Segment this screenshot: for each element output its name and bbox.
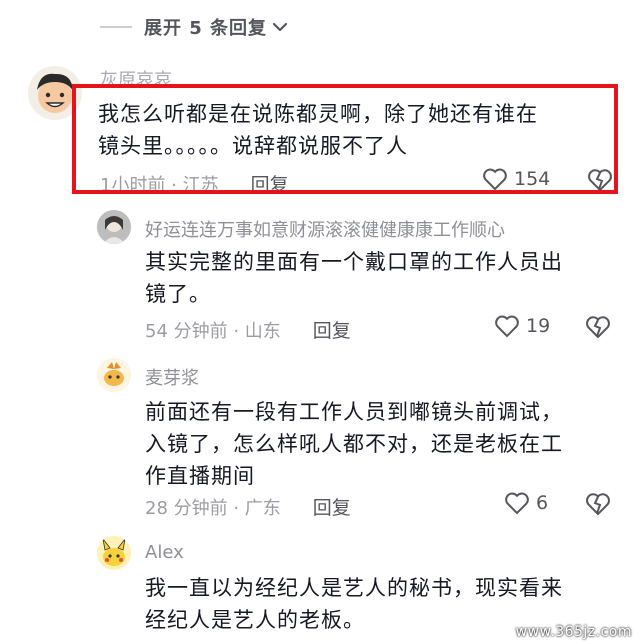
comment-text: 前面还有一段有工作人员到嘟镜头前调试， 入镜了，怎么样吼人都不对，还是老板在工 … — [145, 396, 625, 492]
avatar[interactable] — [97, 536, 131, 570]
heart-icon — [495, 315, 519, 338]
avatar-photo-icon — [97, 210, 131, 244]
dislike-heart-icon[interactable] — [584, 314, 612, 340]
comment-text-line: 其实完整的里面有一个戴口罩的工作人员出 — [145, 250, 563, 274]
comment-meta: 54 分钟前 · 山东 回复 — [145, 316, 351, 343]
comment-text-line: 镜了。 — [145, 282, 211, 306]
watermark: www.365jz.com — [515, 624, 632, 640]
like-count: 19 — [526, 315, 551, 337]
expand-replies-label: 展开 5 条回复 — [144, 18, 268, 39]
comment-time-location: 28 分钟前 · 广东 — [145, 497, 281, 519]
comment-text-line: 我一直以为经纪人是艺人的秘书，现实看来 — [145, 576, 563, 600]
highlight-box — [72, 84, 618, 194]
comment-meta: 28 分钟前 · 广东 回复 — [145, 493, 351, 520]
like-button[interactable]: 19 — [494, 314, 550, 338]
heart-icon — [505, 492, 529, 515]
chevron-down-icon — [272, 22, 288, 32]
comment-text: 其实完整的里面有一个戴口罩的工作人员出 镜了。 — [145, 246, 625, 310]
dislike-heart-icon[interactable] — [584, 491, 612, 517]
reply-button[interactable]: 回复 — [313, 316, 351, 343]
avatar[interactable] — [97, 358, 131, 392]
divider — [100, 26, 132, 28]
like-button[interactable]: 6 — [504, 491, 548, 515]
comment-username[interactable]: 麦芽浆 — [145, 364, 199, 390]
comment-username[interactable]: 好运连连万事如意财源滚滚健健康康工作顺心 — [145, 216, 505, 242]
avatar-cartoon-icon — [97, 536, 131, 570]
comment-username[interactable]: Alex — [145, 542, 184, 563]
expand-replies[interactable]: 展开 5 条回复 — [100, 10, 289, 44]
comment-text-line: 作直播期间 — [145, 464, 255, 488]
comment-text-line: 入镜了，怎么样吼人都不对，还是老板在工 — [145, 432, 563, 456]
avatar[interactable] — [97, 210, 131, 244]
comment-text-line: 前面还有一段有工作人员到嘟镜头前调试， — [145, 400, 563, 424]
comment-time-location: 54 分钟前 · 山东 — [145, 320, 281, 342]
avatar-cartoon-icon — [97, 358, 131, 392]
like-count: 6 — [536, 492, 549, 514]
reply-button[interactable]: 回复 — [313, 493, 351, 520]
